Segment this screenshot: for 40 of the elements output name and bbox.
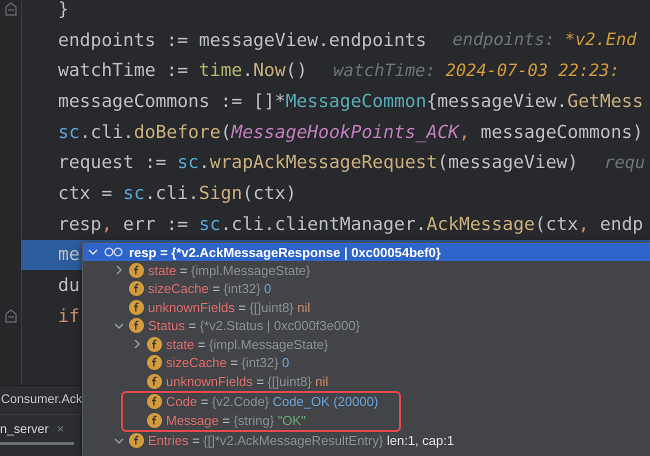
fold-icon[interactable] xyxy=(4,309,16,324)
variable-text: Message = {string} "OK" xyxy=(166,412,306,428)
variable-text: Status = {*v2.Status | 0xc000f3e000} xyxy=(148,318,360,334)
variable-text: Entries = {[]*v2.AckMessageResultEntry} len:1, cap:1 xyxy=(148,433,454,448)
variable-text: unknownFields = {[]uint8} nil xyxy=(148,300,310,315)
code-line: resp, err := sc.cli.clientManager.AckMessage(ctx, endp xyxy=(58,214,644,235)
code-line: if xyxy=(58,306,80,327)
code-line: endpoints := messageView.endpoints xyxy=(58,30,426,51)
variable-text: state = {impl.MessageState} xyxy=(166,336,328,352)
code-line: du xyxy=(58,275,80,296)
field-icon xyxy=(129,281,144,296)
variable-text: state = {impl.MessageState} xyxy=(148,262,310,278)
inline-value-hint: endpoints: *v2.End xyxy=(452,30,636,50)
field-icon xyxy=(147,355,162,370)
field-icon xyxy=(129,262,144,278)
inline-value-hint: watchTime: 2024-07-03 22:23: xyxy=(333,60,620,81)
variable-text: unknownFields = {[]uint8} nil xyxy=(166,374,328,389)
variable-text: Code = {v2.Code} Code_OK (20000) xyxy=(166,394,378,410)
code-line: me xyxy=(58,244,80,266)
field-icon xyxy=(129,318,144,334)
breadcrumb[interactable]: Consumer.Ack xyxy=(1,392,82,406)
code-line: watchTime := time.Now() xyxy=(58,60,308,82)
inline-value-hint: requ xyxy=(604,152,646,173)
field-icon xyxy=(129,433,144,448)
variable-text: sizeCache = {int32} 0 xyxy=(148,281,272,296)
code-line: ctx = sc.cli.Sign(ctx) xyxy=(58,182,296,204)
code-line: messageCommons := []*MessageCommon{messageView.GetMess xyxy=(58,90,644,112)
variable-text: resp = {*v2.AckMessageResponse | 0xc00054bef0} xyxy=(129,244,441,260)
code-line: request := sc.wrapAckMessageRequest(messageView) xyxy=(58,152,578,174)
code-line: sc.cli.doBefore(MessageHookPoints_ACK, messageCommons) xyxy=(58,122,644,143)
field-icon xyxy=(147,412,162,428)
field-icon xyxy=(129,300,144,315)
field-icon xyxy=(147,336,162,352)
variable-text: sizeCache = {int32} 0 xyxy=(166,355,290,370)
watch-glasses-icon xyxy=(104,247,124,257)
field-icon xyxy=(147,394,162,410)
run-tab[interactable]: n_server × xyxy=(0,421,74,445)
field-icon xyxy=(147,374,162,389)
code-line: } xyxy=(58,0,69,20)
fold-icon[interactable] xyxy=(4,2,16,16)
